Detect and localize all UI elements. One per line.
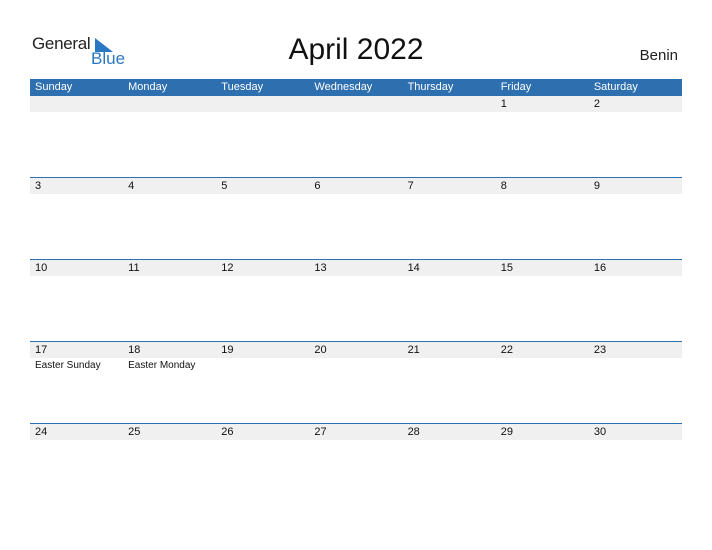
day-number: 13 bbox=[314, 262, 327, 274]
date-strip: 17 18 19 20 21 22 23 bbox=[30, 342, 682, 358]
day-number bbox=[123, 96, 216, 112]
holiday-label bbox=[309, 358, 402, 372]
holiday-label bbox=[496, 194, 589, 195]
day-number bbox=[403, 96, 496, 112]
holiday-label bbox=[309, 112, 402, 113]
holiday-label bbox=[403, 276, 496, 277]
weekday-saturday: Saturday bbox=[593, 81, 638, 93]
holiday-label bbox=[309, 194, 402, 195]
day-number: 8 bbox=[500, 180, 507, 192]
day-number: 16 bbox=[593, 262, 607, 274]
holiday-label bbox=[123, 112, 216, 113]
day-number: 6 bbox=[314, 180, 321, 192]
holiday-label bbox=[589, 194, 682, 195]
events-row bbox=[30, 440, 682, 441]
day-number: 26 bbox=[221, 426, 234, 438]
day-number: 25 bbox=[128, 426, 141, 438]
day-number bbox=[309, 96, 402, 112]
day-number: 7 bbox=[407, 180, 414, 192]
day-number: 22 bbox=[500, 344, 513, 356]
date-strip: 3 4 5 6 7 8 9 bbox=[30, 178, 682, 194]
day-number: 11 bbox=[128, 262, 140, 274]
holiday-label bbox=[30, 112, 123, 113]
holiday-label bbox=[216, 440, 309, 441]
day-number: 21 bbox=[407, 344, 420, 356]
country-label: Benin bbox=[639, 47, 678, 64]
weekday-friday: Friday bbox=[500, 81, 532, 93]
date-strip: 24 25 26 27 28 29 30 bbox=[30, 424, 682, 440]
holiday-label bbox=[123, 194, 216, 195]
weekday-monday: Monday bbox=[128, 81, 168, 93]
holiday-label bbox=[403, 194, 496, 195]
day-number: 4 bbox=[128, 180, 135, 192]
day-number: 29 bbox=[500, 426, 513, 438]
holiday-label bbox=[496, 276, 589, 277]
holiday-label bbox=[216, 358, 309, 372]
holiday-label bbox=[309, 276, 402, 277]
holiday-label bbox=[496, 358, 589, 372]
day-number: 20 bbox=[314, 344, 327, 356]
holiday-label bbox=[589, 358, 682, 372]
week-row: 10 11 12 13 14 15 16 bbox=[30, 259, 682, 341]
holiday-label bbox=[589, 276, 682, 277]
day-number: 1 bbox=[500, 98, 507, 110]
day-number: 14 bbox=[407, 262, 420, 274]
day-number: 23 bbox=[593, 344, 607, 356]
date-strip: 10 11 12 13 14 15 16 bbox=[30, 260, 682, 276]
events-row: Easter Sunday Easter Monday bbox=[30, 358, 682, 372]
day-number: 5 bbox=[221, 180, 228, 192]
holiday-label bbox=[216, 194, 309, 195]
day-number: 3 bbox=[35, 180, 42, 192]
day-number: 17 bbox=[35, 344, 48, 356]
week-row: 12 bbox=[30, 96, 682, 177]
weekday-thursday: Thursday bbox=[407, 81, 454, 93]
calendar-title: April 2022 bbox=[288, 33, 424, 66]
holiday-label bbox=[123, 276, 216, 277]
day-number: 10 bbox=[35, 262, 48, 274]
day-number: 30 bbox=[593, 426, 607, 438]
holiday-label bbox=[496, 440, 589, 441]
day-number bbox=[30, 96, 123, 112]
holiday-label bbox=[589, 112, 682, 113]
holiday-label: Easter Monday bbox=[128, 360, 196, 371]
holiday-label bbox=[123, 440, 216, 441]
holiday-label bbox=[403, 112, 496, 113]
day-number: 28 bbox=[407, 426, 420, 438]
day-number bbox=[216, 96, 309, 112]
weekday-header: Sunday Monday Tuesday Wednesday Thursday… bbox=[30, 79, 682, 96]
day-number: 15 bbox=[500, 262, 513, 274]
holiday-label bbox=[30, 276, 123, 277]
holiday-label bbox=[403, 358, 496, 372]
calendar-grid: Sunday Monday Tuesday Wednesday Thursday… bbox=[30, 79, 682, 505]
day-number: 19 bbox=[221, 344, 234, 356]
day-number: 24 bbox=[35, 426, 48, 438]
week-row: 24 25 26 27 28 29 30 bbox=[30, 423, 682, 505]
weekday-tuesday: Tuesday bbox=[221, 81, 264, 93]
holiday-label bbox=[216, 112, 309, 113]
holiday-label bbox=[216, 276, 309, 277]
events-row bbox=[30, 194, 682, 195]
holiday-label bbox=[403, 440, 496, 441]
day-number: 27 bbox=[314, 426, 327, 438]
holiday-label bbox=[30, 194, 123, 195]
events-row bbox=[30, 112, 682, 113]
day-number: 9 bbox=[593, 180, 600, 192]
day-number: 2 bbox=[593, 98, 600, 110]
holiday-label bbox=[30, 440, 123, 441]
holiday-label bbox=[589, 440, 682, 441]
holiday-label bbox=[496, 112, 589, 113]
holiday-label bbox=[309, 440, 402, 441]
weekday-wednesday: Wednesday bbox=[314, 81, 373, 93]
weekday-sunday: Sunday bbox=[35, 81, 73, 93]
holiday-label: Easter Sunday bbox=[35, 360, 101, 371]
date-strip: 12 bbox=[30, 96, 682, 112]
events-row bbox=[30, 276, 682, 277]
day-number: 18 bbox=[128, 344, 141, 356]
week-row: 17 18 19 20 21 22 23 Easter Sunday Easter Monday bbox=[30, 341, 682, 423]
day-number: 12 bbox=[221, 262, 234, 274]
week-row: 3 4 5 6 7 8 9 bbox=[30, 177, 682, 259]
